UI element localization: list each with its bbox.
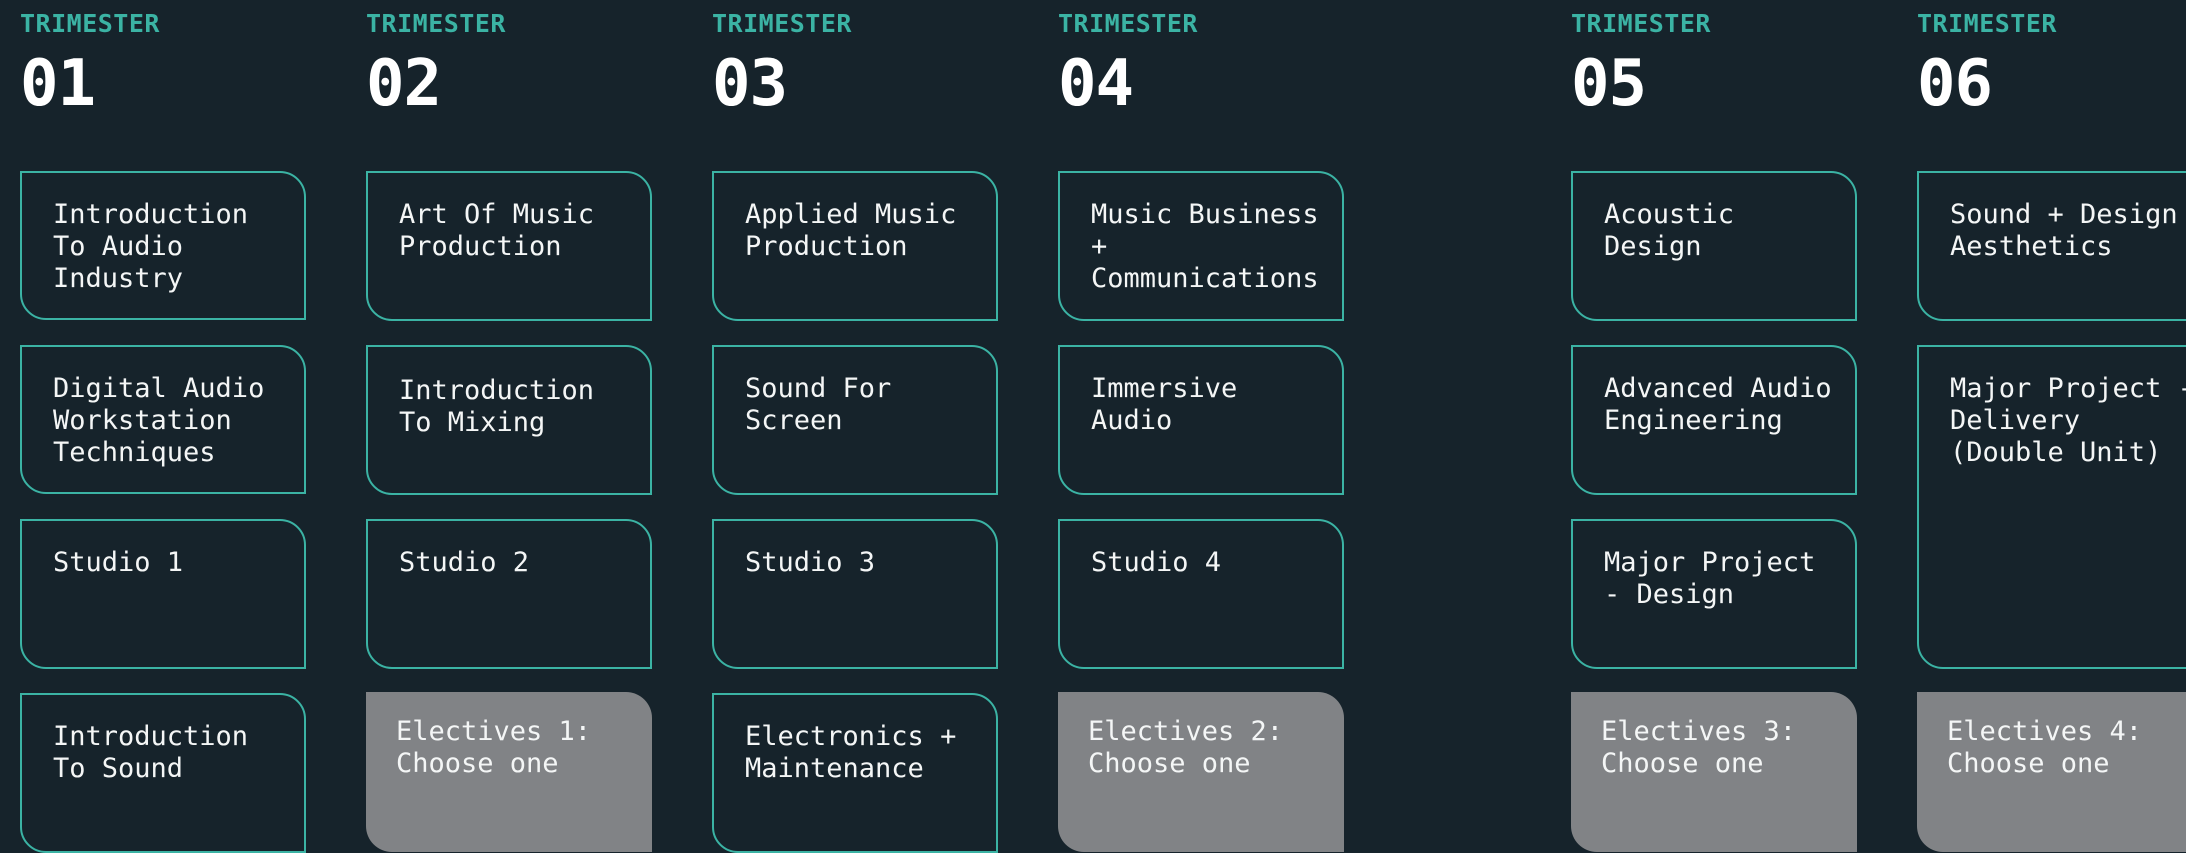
unit-title: Immersive Audio [1091, 373, 1238, 436]
trimester-number: 03 [712, 47, 788, 121]
unit-title: Studio 4 [1091, 547, 1222, 578]
trimester-number: 01 [20, 47, 96, 121]
electives-title: Electives 4: Choose one [1947, 716, 2143, 779]
trimester-label: TRIMESTER [20, 9, 160, 38]
unit-title: Sound + Design Aesthetics [1950, 199, 2178, 262]
unit-card[interactable]: Introduction To Sound [20, 693, 306, 853]
electives-card[interactable]: Electives 3: Choose one [1571, 692, 1857, 852]
electives-title: Electives 1: Choose one [396, 716, 592, 779]
unit-title: Introduction To Sound [53, 721, 249, 784]
unit-card[interactable]: Major Project - Delivery (Double Unit) [1917, 345, 2186, 669]
unit-card[interactable]: Major Project - Design [1571, 519, 1857, 669]
unit-title: Electronics + Maintenance [745, 721, 957, 784]
unit-card[interactable]: Digital Audio Workstation Techniques [20, 345, 306, 494]
unit-card[interactable]: Sound For Screen [712, 345, 998, 495]
electives-title: Electives 3: Choose one [1601, 716, 1797, 779]
trimester-number: 04 [1058, 47, 1134, 121]
unit-card[interactable]: Studio 2 [366, 519, 652, 669]
unit-title: Music Business + Communications [1091, 199, 1319, 294]
trimester-number: 06 [1917, 47, 1993, 121]
unit-card[interactable]: Studio 3 [712, 519, 998, 669]
trimester-label: TRIMESTER [1058, 9, 1198, 38]
unit-title: Studio 2 [399, 547, 530, 578]
trimester-number: 02 [366, 47, 442, 121]
unit-card[interactable]: Advanced Audio Engineering [1571, 345, 1857, 495]
unit-card[interactable]: Applied Music Production [712, 171, 998, 321]
trimester-label: TRIMESTER [1917, 9, 2057, 38]
unit-title: Major Project - Design [1604, 547, 1816, 610]
unit-title: Advanced Audio Engineering [1604, 373, 1832, 436]
unit-title: Sound For Screen [745, 373, 892, 436]
electives-card[interactable]: Electives 1: Choose one [366, 692, 652, 852]
unit-title: Acoustic Design [1604, 199, 1735, 262]
unit-card[interactable]: Electronics + Maintenance [712, 693, 998, 853]
unit-card[interactable]: Acoustic Design [1571, 171, 1857, 321]
electives-card[interactable]: Electives 2: Choose one [1058, 692, 1344, 852]
unit-title: Major Project - Delivery (Double Unit) [1950, 373, 2186, 468]
unit-title: Studio 1 [53, 547, 184, 578]
trimester-label: TRIMESTER [1571, 9, 1711, 38]
unit-card[interactable]: Sound + Design Aesthetics [1917, 171, 2186, 321]
unit-card[interactable]: Studio 1 [20, 519, 306, 669]
unit-card[interactable]: Music Business + Communications [1058, 171, 1344, 321]
unit-card[interactable]: Introduction To Audio Industry [20, 171, 306, 320]
unit-title: Studio 3 [745, 547, 876, 578]
trimester-label: TRIMESTER [712, 9, 852, 38]
trimester-label: TRIMESTER [366, 9, 506, 38]
electives-title: Electives 2: Choose one [1088, 716, 1284, 779]
unit-title: Introduction To Audio Industry [53, 199, 249, 294]
unit-card[interactable]: Introduction To Mixing [366, 345, 652, 495]
electives-card[interactable]: Electives 4: Choose one [1917, 692, 2186, 852]
trimester-number: 05 [1571, 47, 1647, 121]
unit-card[interactable]: Studio 4 [1058, 519, 1344, 669]
unit-title: Applied Music Production [745, 199, 957, 262]
unit-card[interactable]: Art Of Music Production [366, 171, 652, 321]
unit-title: Digital Audio Workstation Techniques [53, 373, 265, 468]
unit-title: Art Of Music Production [399, 199, 595, 262]
unit-title: Introduction To Mixing [399, 375, 595, 438]
unit-card[interactable]: Immersive Audio [1058, 345, 1344, 495]
